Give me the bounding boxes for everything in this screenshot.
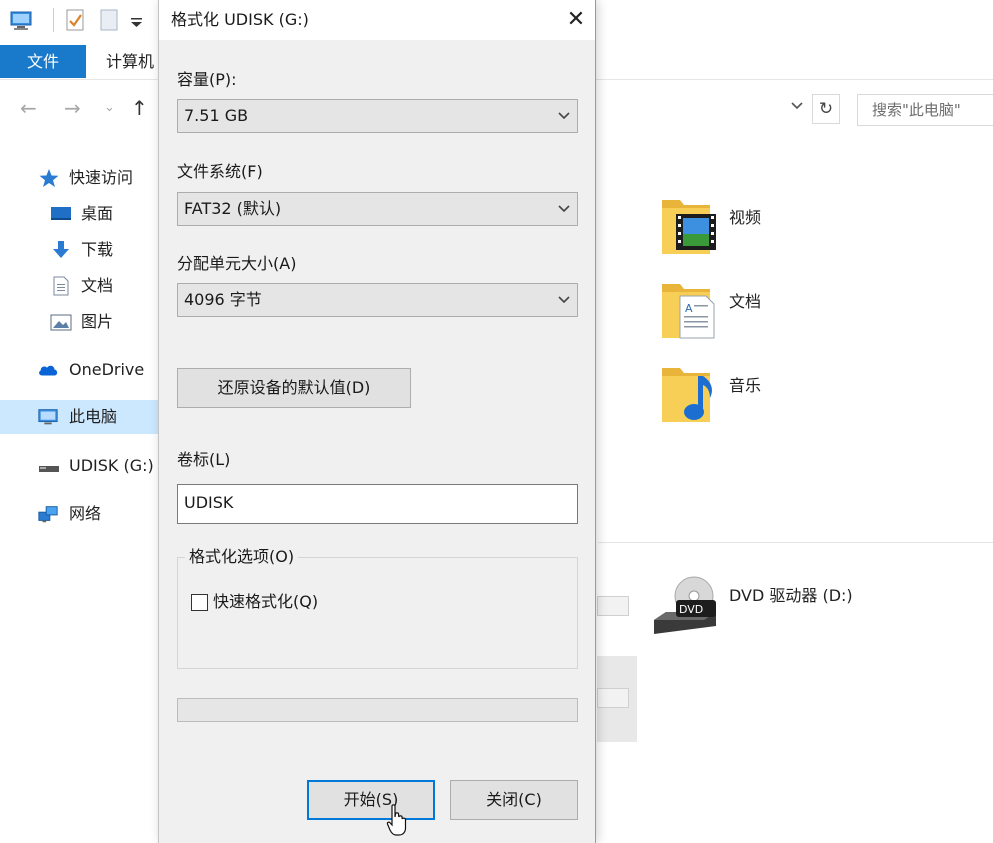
allocation-select[interactable]: 4096 字节: [177, 283, 578, 317]
recent-locations-chevron-icon[interactable]: ⌄: [104, 95, 115, 121]
close-button[interactable]: 关闭(C): [450, 780, 578, 820]
video-folder-icon: [662, 200, 716, 254]
usb-drive-icon: [39, 466, 59, 472]
download-arrow-icon: [53, 241, 69, 258]
start-button[interactable]: 开始(S): [307, 780, 435, 820]
dialog-title: 格式化 UDISK (G:): [171, 10, 309, 29]
quick-format-checkbox[interactable]: [191, 594, 208, 611]
volume-label-label: 卷标(L): [177, 450, 231, 469]
document-icon: [53, 276, 69, 296]
mouse-cursor-icon: [386, 804, 407, 836]
capacity-select[interactable]: 7.51 GB: [177, 99, 578, 133]
folder-label: 文档: [729, 292, 762, 311]
sidebar-item-label: 下载: [81, 240, 114, 259]
folder-item-music[interactable]: 音乐: [658, 362, 778, 428]
sidebar-item-downloads[interactable]: 下载: [0, 233, 158, 267]
sidebar-item-onedrive[interactable]: OneDrive: [0, 353, 158, 387]
format-dialog: 格式化 UDISK (G:) ✕ 容量(P): 7.51 GB 文件系统(F) …: [158, 0, 596, 843]
svg-text:A: A: [685, 302, 693, 315]
volume-label-input[interactable]: UDISK: [177, 484, 578, 524]
occluded-usage-bar: [597, 596, 629, 616]
dialog-titlebar[interactable]: 格式化 UDISK (G:) ✕: [159, 0, 595, 40]
folder-label: 音乐: [729, 376, 762, 395]
sidebar-item-label: 快速访问: [69, 168, 134, 187]
refresh-icon: ↻: [818, 99, 834, 119]
computer-icon[interactable]: [10, 8, 32, 32]
sidebar-item-network[interactable]: 网络: [0, 497, 158, 531]
sidebar-item-pictures[interactable]: 图片: [0, 305, 158, 339]
format-options-group: [177, 557, 578, 669]
ribbon-tab-file[interactable]: 文件: [0, 45, 86, 78]
capacity-value: 7.51 GB: [184, 106, 249, 125]
sidebar-item-label: 此电脑: [69, 407, 118, 426]
refresh-button[interactable]: ↻: [812, 94, 840, 124]
properties-icon[interactable]: [64, 8, 86, 32]
dvd-badge: DVD: [679, 603, 703, 616]
restore-defaults-button[interactable]: 还原设备的默认值(D): [177, 368, 411, 408]
folder-item-documents[interactable]: A 文档: [658, 278, 778, 344]
format-options-legend: 格式化选项(O): [185, 547, 299, 567]
filesystem-value: FAT32 (默认): [184, 199, 282, 218]
picture-icon: [50, 314, 72, 331]
chevron-down-icon: [558, 112, 570, 120]
up-arrow-icon[interactable]: ↑: [131, 95, 148, 121]
sidebar-item-label: 文档: [81, 276, 114, 295]
sidebar-item-label: OneDrive: [69, 360, 145, 379]
close-icon[interactable]: ✕: [556, 0, 596, 40]
title-divider: [53, 8, 54, 32]
screen: 文件 计算机 ← → ⌄ ↑ ↻ 搜索"此电脑" 快速访问 桌面 下载 文档 图…: [0, 0, 993, 843]
forward-arrow-icon[interactable]: →: [64, 95, 81, 121]
sidebar-item-label: 图片: [81, 312, 114, 331]
documents-folder-icon: A: [662, 284, 715, 339]
sidebar-item-documents[interactable]: 文档: [0, 269, 158, 303]
sidebar-item-label: UDISK (G:): [69, 456, 154, 475]
sidebar-item-this-pc[interactable]: 此电脑: [0, 400, 158, 434]
folder-label: 视频: [729, 208, 762, 227]
ribbon-tab-computer[interactable]: 计算机: [106, 45, 154, 78]
allocation-value: 4096 字节: [184, 290, 262, 309]
section-divider: [598, 542, 993, 543]
desktop-icon: [51, 207, 71, 220]
back-arrow-icon[interactable]: ←: [20, 95, 37, 121]
address-dropdown-chevron-icon[interactable]: [790, 96, 804, 120]
occluded-usage-bar: [597, 688, 629, 708]
folder-item-videos[interactable]: 视频: [658, 194, 778, 260]
customize-dropdown-icon[interactable]: [126, 8, 148, 32]
sidebar-item-label: 桌面: [81, 204, 114, 223]
star-icon: [39, 169, 59, 187]
chevron-down-icon: [558, 205, 570, 213]
dvd-drive-icon: DVD: [654, 576, 716, 634]
network-icon: [38, 506, 58, 523]
computer-icon: [38, 409, 58, 425]
sidebar-item-udisk[interactable]: UDISK (G:): [0, 449, 158, 483]
cloud-icon: [39, 365, 58, 376]
allocation-label: 分配单元大小(A): [177, 254, 297, 273]
sidebar-item-label: 网络: [69, 504, 102, 523]
quick-format-label[interactable]: 快速格式化(Q): [213, 592, 318, 612]
format-progress-bar: [177, 698, 578, 722]
sidebar-item-quick-access[interactable]: 快速访问: [0, 161, 158, 195]
drive-label: DVD 驱动器 (D:): [729, 586, 853, 605]
chevron-down-icon: [558, 296, 570, 304]
capacity-label: 容量(P):: [177, 70, 237, 89]
filesystem-label: 文件系统(F): [177, 162, 263, 181]
search-input[interactable]: 搜索"此电脑": [857, 94, 993, 126]
new-folder-icon[interactable]: [98, 8, 120, 32]
music-folder-icon: [662, 368, 712, 422]
filesystem-select[interactable]: FAT32 (默认): [177, 192, 578, 226]
drive-item-dvd[interactable]: DVD DVD 驱动器 (D:): [652, 574, 882, 638]
sidebar-item-desktop[interactable]: 桌面: [0, 197, 158, 231]
